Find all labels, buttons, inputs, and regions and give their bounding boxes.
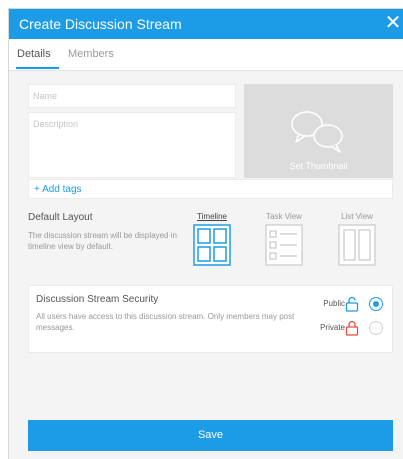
layout-option-task-view[interactable]: Task View: [261, 212, 307, 266]
dialog-titlebar: Create Discussion Stream ✕: [9, 9, 403, 39]
close-icon[interactable]: ✕: [383, 11, 403, 35]
name-input[interactable]: [28, 84, 236, 108]
tags-field: + Add tags: [28, 179, 393, 199]
default-layout-heading: Default Layout: [28, 212, 93, 223]
description-input[interactable]: [28, 112, 236, 178]
layout-option-timeline[interactable]: Timeline: [191, 212, 233, 266]
tab-bar: Details Members: [9, 39, 403, 71]
default-layout-description: The discussion stream will be displayed …: [28, 231, 177, 251]
save-button[interactable]: Save: [28, 420, 393, 451]
security-description: All users have access to this discussion…: [36, 312, 295, 332]
public-radio[interactable]: [369, 297, 383, 311]
private-label: Private: [320, 323, 345, 332]
layout-option-label: Task View: [266, 212, 302, 221]
add-tags-link[interactable]: + Add tags: [34, 184, 82, 195]
task-list-icon: [265, 224, 303, 266]
layout-option-label: Timeline: [197, 212, 227, 221]
security-panel: Discussion Stream Security All users hav…: [28, 285, 393, 353]
create-discussion-dialog: Create Discussion Stream ✕ Details Membe…: [8, 8, 403, 459]
public-label: Public: [323, 299, 345, 308]
timeline-grid-icon: [193, 224, 231, 266]
set-thumbnail-label: Set Thumbnail: [289, 161, 348, 171]
tab-members[interactable]: Members: [68, 48, 114, 60]
locked-icon: [345, 320, 359, 336]
list-columns-icon: [338, 224, 376, 266]
set-thumbnail-button[interactable]: Set Thumbnail: [244, 84, 393, 178]
active-tab-indicator: [16, 67, 59, 69]
dialog-title: Create Discussion Stream: [19, 16, 182, 32]
security-option-private[interactable]: Private: [309, 320, 389, 336]
unlocked-icon: [345, 296, 359, 312]
tab-details[interactable]: Details: [17, 48, 51, 60]
layout-option-list-view[interactable]: List View: [335, 212, 379, 266]
private-radio[interactable]: [369, 321, 383, 335]
security-heading: Discussion Stream Security: [36, 294, 159, 305]
security-option-public[interactable]: Public: [309, 296, 389, 312]
layout-option-label: List View: [341, 212, 373, 221]
